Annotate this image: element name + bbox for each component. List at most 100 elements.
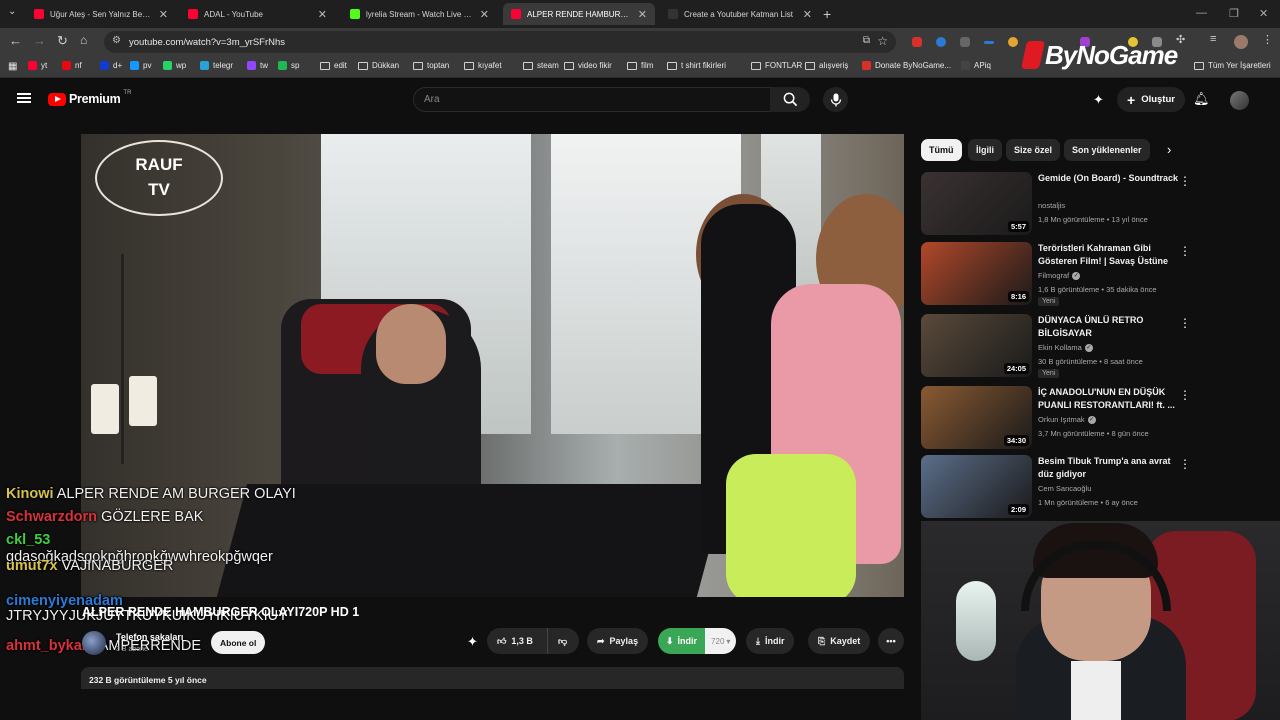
bookmark-item[interactable]: t shirt fikirleri xyxy=(667,61,726,70)
tab-close-icon[interactable]: ✕ xyxy=(638,8,647,21)
description-box[interactable]: 232 B görüntüleme 5 yıl önce xyxy=(81,667,904,689)
bookmark-item[interactable]: video fikir xyxy=(564,61,612,70)
recommended-video[interactable]: 2:09 Besim Tibuk Trump'a ana avrat düz gi… xyxy=(921,455,1261,521)
video-thumbnail[interactable]: 2:09 xyxy=(921,455,1032,518)
extension-icon[interactable] xyxy=(1008,37,1018,47)
all-bookmarks[interactable]: Tüm Yer İşaretleri xyxy=(1194,61,1271,70)
recommended-channel[interactable]: nostaljis xyxy=(1038,201,1065,210)
bookmark-item[interactable]: nf xyxy=(62,61,82,70)
quality-select[interactable]: 720 ▾ xyxy=(705,628,737,654)
bookmark-item[interactable]: steam xyxy=(523,61,559,70)
filter-chip[interactable]: Son yüklenenler xyxy=(1064,139,1150,161)
bookmark-item[interactable]: FONTLAR xyxy=(751,61,802,70)
channel-name[interactable]: Telefon sakaları xyxy=(116,632,183,642)
like-button[interactable]: 👍︎ 1,3 B xyxy=(487,628,547,654)
profile-avatar-icon[interactable] xyxy=(1234,35,1248,49)
apps-grid-icon[interactable]: ▦ xyxy=(8,61,17,72)
bookmark-item[interactable]: kıyafet xyxy=(464,61,502,70)
account-avatar[interactable] xyxy=(1230,91,1249,110)
more-options-icon[interactable]: ⋮ xyxy=(1179,174,1191,188)
video-thumbnail[interactable]: 5:57 xyxy=(921,172,1032,235)
forward-icon[interactable]: → xyxy=(33,33,46,48)
recommended-video[interactable]: 5:57 Gemide (On Board) - Soundtrack nostal… xyxy=(921,172,1261,238)
tab-close-icon[interactable]: ✕ xyxy=(318,8,327,21)
recommended-title[interactable]: Teröristleri Kahraman Gibi Gösteren Film… xyxy=(1038,242,1178,268)
recommended-title[interactable]: DÜNYACA ÜNLÜ RETRO BİLGİSAYAR KOLEKSİYON… xyxy=(1038,314,1178,340)
bookmark-item[interactable]: telegr xyxy=(200,61,233,70)
chevron-right-icon[interactable]: › xyxy=(1167,142,1171,157)
tab-close-icon[interactable]: ✕ xyxy=(159,8,168,21)
bookmark-item[interactable]: yt xyxy=(28,61,47,70)
install-app-icon[interactable]: ⧉ xyxy=(863,35,870,46)
home-icon[interactable]: ⌂ xyxy=(80,33,87,47)
minimize-icon[interactable]: — xyxy=(1196,7,1207,19)
notifications-bell-icon[interactable]: 🔔︎ xyxy=(1193,91,1210,107)
close-window-icon[interactable]: ✕ xyxy=(1259,7,1268,20)
recommended-video[interactable]: 8:16 Teröristleri Kahraman Gibi Gösteren … xyxy=(921,242,1261,308)
tab-close-icon[interactable]: ✕ xyxy=(480,8,489,21)
more-options-icon[interactable]: ⋮ xyxy=(1179,457,1191,471)
ai-sparkle-icon[interactable]: ✦ xyxy=(1093,92,1104,108)
bookmark-item[interactable]: sp xyxy=(278,61,299,70)
bookmark-item[interactable]: tw xyxy=(247,61,268,70)
filter-chip[interactable]: İlgili xyxy=(968,139,1002,161)
recommended-channel[interactable]: Filmograf ✓ xyxy=(1038,271,1081,280)
browser-tab[interactable]: ALPER RENDE HAMBURGER OLAYI ✕ xyxy=(503,3,655,25)
recommended-video[interactable]: 34:30 İÇ ANADOLU'NUN EN DÜŞÜK PUANLI REST… xyxy=(921,386,1261,452)
filter-chip[interactable]: Size özel xyxy=(1006,139,1061,161)
tab-search-icon[interactable]: ⌄ xyxy=(8,6,16,17)
new-tab-button[interactable]: + xyxy=(823,6,831,22)
more-actions-button[interactable]: ••• xyxy=(878,628,904,654)
bookmark-item[interactable]: wp xyxy=(163,61,186,70)
search-input[interactable]: Ara xyxy=(413,87,771,112)
bookmark-item[interactable]: toptan xyxy=(413,61,449,70)
browser-menu-icon[interactable]: ⋮ xyxy=(1262,33,1273,46)
browser-tab[interactable]: lyrelia Stream - Watch Live on Kick ✕ xyxy=(342,3,497,25)
video-thumbnail[interactable]: 34:30 xyxy=(921,386,1032,449)
site-info-icon[interactable]: ⚙ xyxy=(112,35,121,46)
browser-tab[interactable]: Uğur Ateş - Sen Yalnız Ben Yalnız ✕ xyxy=(26,3,176,25)
extension-icon[interactable] xyxy=(984,41,994,44)
bookmark-item[interactable]: film xyxy=(627,61,653,70)
reload-icon[interactable]: ↻ xyxy=(57,33,68,49)
channel-avatar[interactable] xyxy=(82,631,106,655)
filter-chip[interactable]: Tümü xyxy=(921,139,962,161)
share-button[interactable]: ➦ Paylaş xyxy=(587,628,649,654)
recommended-title[interactable]: Gemide (On Board) - Soundtrack xyxy=(1038,172,1178,185)
youtube-logo[interactable]: Premium TR xyxy=(48,90,131,106)
more-options-icon[interactable]: ⋮ xyxy=(1179,316,1191,330)
recommended-channel[interactable]: Cem Sancaoğlu xyxy=(1038,484,1091,493)
video-player[interactable]: RAUF TV xyxy=(81,134,904,597)
voice-search-button[interactable] xyxy=(823,87,848,112)
extension-icon[interactable] xyxy=(960,37,970,47)
recommended-title[interactable]: İÇ ANADOLU'NUN EN DÜŞÜK PUANLI RESTORANT… xyxy=(1038,386,1178,412)
dislike-button[interactable]: 👎︎ xyxy=(547,628,579,654)
recommended-channel[interactable]: Ekin Kollama ✓ xyxy=(1038,343,1093,352)
more-options-icon[interactable]: ⋮ xyxy=(1179,388,1191,402)
download-button[interactable]: ⤓ İndir xyxy=(746,628,795,654)
bookmark-item[interactable]: pv xyxy=(130,61,151,70)
browser-tab[interactable]: ADAL - YouTube ✕ xyxy=(180,3,335,25)
create-button[interactable]: + Oluştur xyxy=(1117,87,1185,112)
adblock-icon[interactable] xyxy=(912,37,922,47)
recommended-channel[interactable]: Orkun Işıtmak ✓ xyxy=(1038,415,1096,424)
bookmark-item[interactable]: d+ xyxy=(100,61,122,70)
extension-icon[interactable] xyxy=(936,37,946,47)
ai-sparkle-icon[interactable]: ✦ xyxy=(467,634,478,650)
recommended-title[interactable]: Besim Tibuk Trump'a ana avrat düz gidiyo… xyxy=(1038,455,1178,481)
recommended-video[interactable]: 24:05 DÜNYACA ÜNLÜ RETRO BİLGİSAYAR KOLEK… xyxy=(921,314,1261,380)
address-bar[interactable]: ⚙ youtube.com/watch?v=3m_yrSFrNhs ⧉ ☆ xyxy=(104,31,896,53)
extensions-puzzle-icon[interactable]: ✣ xyxy=(1176,33,1185,46)
bookmark-item[interactable]: edit xyxy=(320,61,347,70)
extension-download-button[interactable]: ⬇ İndir 720 ▾ xyxy=(658,628,737,654)
save-button[interactable]: ⎘ Kaydet xyxy=(808,628,871,654)
bookmark-item[interactable]: alışveriş xyxy=(805,61,848,70)
search-button[interactable] xyxy=(770,87,810,112)
subscribe-button[interactable]: Abone ol xyxy=(211,631,266,654)
video-thumbnail[interactable]: 8:16 xyxy=(921,242,1032,305)
tab-close-icon[interactable]: ✕ xyxy=(803,8,812,21)
back-icon[interactable]: ← xyxy=(9,33,22,48)
more-options-icon[interactable]: ⋮ xyxy=(1179,244,1191,258)
bookmark-item[interactable]: Donate ByNoGame... xyxy=(862,61,951,70)
browser-tab[interactable]: Create a Youtuber Katman List ✕ xyxy=(660,3,820,25)
